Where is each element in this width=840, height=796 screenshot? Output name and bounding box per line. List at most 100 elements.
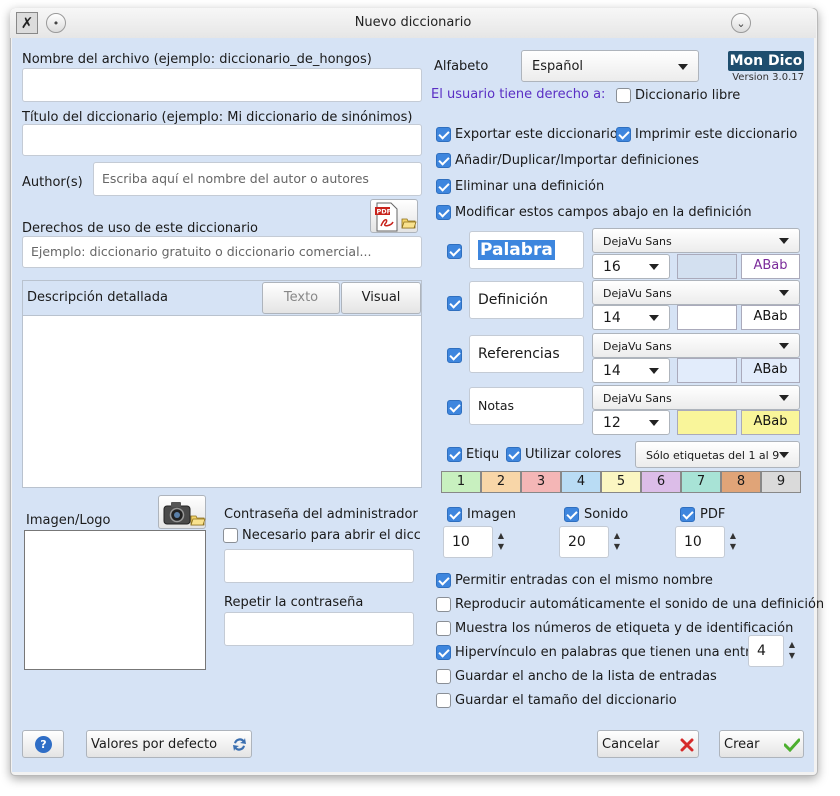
folder-open-icon bbox=[190, 515, 206, 526]
option-show-ids-checkbox[interactable] bbox=[436, 621, 451, 636]
field-font-select-palabra[interactable]: DejaVu Sans bbox=[592, 228, 800, 253]
image-preview[interactable] bbox=[24, 530, 206, 670]
window-collapse-button[interactable]: ⌄ bbox=[731, 13, 751, 33]
use-colors-checkbox[interactable] bbox=[506, 447, 521, 462]
field-font-select-definicion[interactable]: DejaVu Sans bbox=[592, 280, 800, 305]
free-dictionary-label: Diccionario libre bbox=[635, 88, 741, 103]
field-name-palabra[interactable]: Palabra bbox=[469, 231, 584, 269]
image-size-input[interactable]: 10 bbox=[443, 526, 493, 558]
free-dictionary-checkbox[interactable] bbox=[616, 88, 631, 103]
option-same-name-label: Permitir entradas con el mismo nombre bbox=[455, 573, 713, 588]
field-size-select-definicion[interactable]: 14 bbox=[592, 305, 670, 330]
pdf-size-stepper[interactable]: ▲ ▼ bbox=[727, 530, 739, 554]
chevron-down-icon: ⌄ bbox=[736, 17, 746, 30]
chevron-down-icon bbox=[779, 395, 789, 401]
tag-color-row: 123456789 bbox=[441, 471, 801, 493]
tag-color-7[interactable]: 7 bbox=[681, 471, 721, 493]
tag-color-1[interactable]: 1 bbox=[441, 471, 481, 493]
defaults-button[interactable]: Valores por defecto bbox=[86, 730, 252, 758]
hyperlink-count-stepper[interactable]: ▲ ▼ bbox=[786, 639, 798, 663]
author-input[interactable]: Escriba aquí el nombre del autor o autor… bbox=[93, 162, 422, 196]
option-autoplay-checkbox[interactable] bbox=[436, 597, 451, 612]
field-name-referencias[interactable]: Referencias bbox=[469, 335, 584, 373]
field-checkbox-notas[interactable] bbox=[447, 400, 462, 415]
tag-color-3[interactable]: 3 bbox=[521, 471, 561, 493]
chevron-down-icon bbox=[649, 264, 659, 270]
title-label: Título del diccionario (ejemplo: Mi dicc… bbox=[22, 110, 413, 125]
field-color-definicion[interactable] bbox=[677, 305, 737, 330]
image-media-label: Imagen bbox=[467, 507, 516, 522]
title-input[interactable] bbox=[22, 124, 422, 156]
tags-checkbox[interactable] bbox=[447, 447, 462, 462]
sound-size-stepper[interactable]: ▲ ▼ bbox=[611, 530, 623, 554]
option-hyperlink-label: Hipervínculo en palabras que tienen una … bbox=[455, 645, 775, 660]
cancel-button[interactable]: Cancelar bbox=[597, 730, 699, 758]
tag-color-6[interactable]: 6 bbox=[641, 471, 681, 493]
image-checkbox[interactable] bbox=[447, 507, 462, 522]
tag-color-2[interactable]: 2 bbox=[481, 471, 521, 493]
create-button[interactable]: Crear bbox=[719, 730, 804, 758]
admin-password-label: Contraseña del administrador bbox=[224, 507, 418, 522]
help-icon: ? bbox=[35, 736, 52, 753]
field-size-select-notas[interactable]: 12 bbox=[592, 410, 670, 435]
option-hyperlink-checkbox[interactable] bbox=[436, 645, 451, 660]
chevron-down-icon bbox=[649, 368, 659, 374]
image-import-button[interactable] bbox=[158, 495, 206, 529]
field-font-select-referencias[interactable]: DejaVu Sans bbox=[592, 333, 800, 358]
pdf-media-label: PDF bbox=[700, 507, 726, 522]
rights-input[interactable]: Ejemplo: diccionario gratuito o dicciona… bbox=[22, 236, 422, 268]
delete-definition-checkbox[interactable] bbox=[436, 179, 451, 194]
window-menu-button[interactable]: • bbox=[46, 13, 66, 33]
field-checkbox-definicion[interactable] bbox=[447, 296, 462, 311]
option-autoplay-label: Reproducir automáticamente el sonido de … bbox=[455, 597, 825, 612]
refresh-icon bbox=[233, 738, 246, 751]
sound-size-input[interactable]: 20 bbox=[559, 526, 609, 558]
modify-fields-checkbox[interactable] bbox=[436, 205, 451, 220]
export-checkbox[interactable] bbox=[436, 127, 451, 142]
pdf-import-button[interactable]: PDF bbox=[370, 199, 418, 233]
close-icon bbox=[680, 738, 694, 752]
filename-label: Nombre del archivo (ejemplo: diccionario… bbox=[22, 52, 372, 67]
image-size-stepper[interactable]: ▲ ▼ bbox=[495, 530, 507, 554]
option-show-ids-label: Muestra los números de etiqueta y de ide… bbox=[455, 621, 794, 636]
rights-label: Derechos de uso de este diccionario bbox=[22, 221, 259, 236]
alphabet-select[interactable]: Español bbox=[521, 50, 699, 82]
hyperlink-count-input[interactable]: 4 bbox=[748, 635, 784, 667]
print-checkbox[interactable] bbox=[616, 127, 631, 142]
check-icon bbox=[784, 738, 800, 752]
field-color-referencias[interactable] bbox=[677, 358, 737, 383]
tag-color-9[interactable]: 9 bbox=[761, 471, 801, 493]
print-label: Imprimir este diccionario bbox=[635, 127, 798, 142]
tags-range-select[interactable]: Sólo etiquetas del 1 al 9 bbox=[635, 441, 800, 468]
pdf-checkbox[interactable] bbox=[680, 507, 695, 522]
filename-input[interactable] bbox=[22, 68, 422, 102]
description-editor[interactable] bbox=[23, 316, 421, 487]
repeat-password-input[interactable] bbox=[224, 612, 414, 646]
option-same-name-checkbox[interactable] bbox=[436, 573, 451, 588]
tag-color-5[interactable]: 5 bbox=[601, 471, 641, 493]
tab-text[interactable]: Texto bbox=[262, 282, 340, 314]
needed-to-open-checkbox[interactable] bbox=[223, 528, 238, 543]
tab-visual[interactable]: Visual bbox=[341, 282, 421, 314]
field-name-definicion[interactable]: Definición bbox=[469, 281, 584, 319]
field-size-select-referencias[interactable]: 14 bbox=[592, 358, 670, 383]
field-size-select-palabra[interactable]: 16 bbox=[592, 254, 670, 279]
field-font-select-notas[interactable]: DejaVu Sans bbox=[592, 385, 800, 410]
field-color-palabra[interactable] bbox=[677, 254, 737, 279]
add-definitions-checkbox[interactable] bbox=[436, 153, 451, 168]
admin-password-input[interactable] bbox=[224, 549, 414, 583]
field-checkbox-referencias[interactable] bbox=[447, 348, 462, 363]
description-label: Descripción detallada bbox=[27, 290, 168, 305]
sound-checkbox[interactable] bbox=[564, 507, 579, 522]
field-name-notas[interactable]: Notas bbox=[469, 387, 584, 425]
field-color-notas[interactable] bbox=[677, 410, 737, 435]
tag-color-8[interactable]: 8 bbox=[721, 471, 761, 493]
option-save-size-checkbox[interactable] bbox=[436, 693, 451, 708]
field-checkbox-palabra[interactable] bbox=[447, 244, 462, 259]
pdf-size-input[interactable]: 10 bbox=[675, 526, 725, 558]
tag-color-4[interactable]: 4 bbox=[561, 471, 601, 493]
use-colors-label: Utilizar colores bbox=[525, 447, 622, 462]
user-rights-heading: El usuario tiene derecho a: bbox=[431, 87, 606, 102]
help-button[interactable]: ? bbox=[22, 730, 64, 758]
option-save-list-width-checkbox[interactable] bbox=[436, 669, 451, 684]
